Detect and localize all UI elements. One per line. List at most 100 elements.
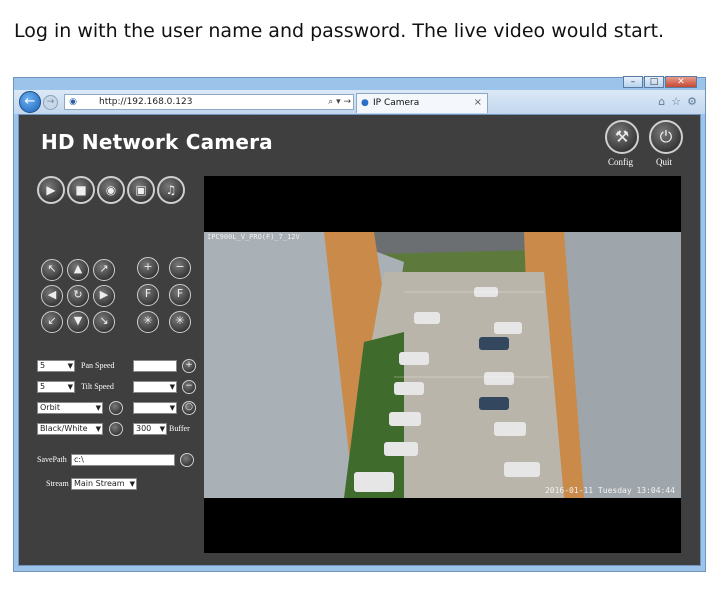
zoom-in-icon: + xyxy=(143,260,153,273)
iris-open-button[interactable]: ✳ xyxy=(137,311,159,333)
ptz-down-button[interactable]: ▼ xyxy=(67,311,89,333)
preset-remove-button[interactable]: − xyxy=(182,380,196,394)
settings-gear-icon[interactable]: ⚙ xyxy=(687,95,697,108)
address-bar[interactable]: ◉ http://192.168.0.123 ⌕ ▾ → xyxy=(64,94,354,110)
tab-close-icon[interactable]: × xyxy=(474,94,482,112)
ptz-down-left-button[interactable]: ↙ xyxy=(41,311,63,333)
zoom-in-button[interactable]: + xyxy=(137,257,159,279)
tilt-speed-value: 5 xyxy=(40,382,46,391)
arrow-left-icon: ◀ xyxy=(47,288,57,301)
orbit-go-button[interactable] xyxy=(109,401,123,415)
focus-out-button[interactable]: F xyxy=(169,284,191,306)
pan-speed-input[interactable] xyxy=(133,360,177,372)
cruise-go-button[interactable]: ○ xyxy=(182,401,196,415)
stream-select[interactable]: Main Stream ▼ xyxy=(71,478,137,490)
buffer-select[interactable]: 300 ▼ xyxy=(133,423,167,435)
savepath-input[interactable]: c:\ xyxy=(71,454,175,466)
wrench-icon: ⚒ xyxy=(614,127,630,146)
refresh-icon: ↻ xyxy=(73,288,83,301)
pan-speed-label: Pan Speed xyxy=(81,361,115,370)
quit-label: Quit xyxy=(656,157,673,167)
ptz-center-button[interactable]: ↻ xyxy=(67,285,89,307)
savepath-browse-button[interactable] xyxy=(180,453,194,467)
minus-icon: − xyxy=(185,381,193,391)
tilt-speed-select[interactable]: 5 ▼ xyxy=(37,381,75,393)
tutorial-caption: Log in with the user name and password. … xyxy=(14,20,665,42)
play-button[interactable]: ▶ xyxy=(37,176,65,204)
chevron-down-icon: ▼ xyxy=(67,383,73,391)
tab-page-icon: ● xyxy=(361,98,369,108)
plus-icon: + xyxy=(185,360,193,370)
iris-plus-icon: ✳ xyxy=(143,314,153,327)
ptz-up-left-button[interactable]: ↖ xyxy=(41,259,63,281)
back-arrow-icon[interactable]: ← xyxy=(19,91,41,113)
zoom-out-button[interactable]: − xyxy=(169,257,191,279)
iris-minus-icon: ✳ xyxy=(175,314,185,327)
snapshot-button[interactable]: ◉ xyxy=(97,176,125,204)
video-area[interactable]: IPC900L_V_PRO(F)_7_12V 2016-01-11 Tuesda… xyxy=(204,176,681,553)
arrow-up-icon: ▲ xyxy=(73,262,83,275)
buffer-value: 300 xyxy=(136,424,152,433)
config-button[interactable]: ⚒ xyxy=(605,120,639,154)
maximize-button[interactable]: □ xyxy=(644,76,664,88)
circle-icon: ○ xyxy=(185,402,193,412)
home-icon[interactable]: ⌂ xyxy=(658,95,665,108)
forward-arrow-icon[interactable]: → xyxy=(43,95,58,110)
focus-plus-icon: F xyxy=(144,287,152,300)
favorites-star-icon[interactable]: ☆ xyxy=(671,95,681,108)
savepath-label: SavePath xyxy=(37,455,67,464)
chevron-down-icon: ▼ xyxy=(169,404,175,412)
arrow-up-left-icon: ↖ xyxy=(47,262,57,275)
ptz-right-button[interactable]: ▶ xyxy=(93,285,115,307)
pan-speed-add-button[interactable]: + xyxy=(182,359,196,373)
stop-button[interactable]: ■ xyxy=(67,176,95,204)
preset-select[interactable]: ▼ xyxy=(133,381,177,393)
ptz-down-right-button[interactable]: ↘ xyxy=(93,311,115,333)
audio-button[interactable]: ♫ xyxy=(157,176,185,204)
orbit-value: Orbit xyxy=(40,403,61,412)
cruise-select[interactable]: ▼ xyxy=(133,402,177,414)
window-buttons: – □ ✕ xyxy=(623,76,697,88)
chevron-down-icon: ▼ xyxy=(159,425,165,433)
stop-icon: ■ xyxy=(75,183,87,197)
tab-ip-camera[interactable]: ● IP Camera × xyxy=(356,93,488,113)
pan-speed-select[interactable]: 5 ▼ xyxy=(37,360,75,372)
color-mode-go-button[interactable] xyxy=(109,422,123,436)
arrow-down-left-icon: ↙ xyxy=(47,314,57,327)
iris-close-button[interactable]: ✳ xyxy=(169,311,191,333)
arrow-up-right-icon: ↗ xyxy=(99,262,109,275)
arrow-right-icon: ▶ xyxy=(99,288,109,301)
browser-navbar: ← → ◉ http://192.168.0.123 ⌕ ▾ → ● IP Ca… xyxy=(14,90,705,114)
app-title: HD Network Camera xyxy=(41,130,273,154)
color-mode-value: Black/White xyxy=(40,424,88,433)
ptz-up-right-button[interactable]: ↗ xyxy=(93,259,115,281)
quit-button[interactable]: ⏻ xyxy=(649,120,683,154)
address-controls[interactable]: ⌕ ▾ → xyxy=(328,95,351,109)
tab-title: IP Camera xyxy=(373,98,420,108)
close-window-button[interactable]: ✕ xyxy=(665,76,697,88)
address-url[interactable]: http://192.168.0.123 xyxy=(99,95,192,109)
chevron-down-icon: ▼ xyxy=(95,425,101,433)
arrow-down-icon: ▼ xyxy=(73,314,83,327)
camera-app: HD Network Camera ⚒ Config ⏻ Quit ▶ ■ ◉ … xyxy=(18,114,701,566)
minimize-button[interactable]: – xyxy=(623,76,643,88)
window-titlebar: – □ ✕ xyxy=(14,76,705,90)
microphone-icon: ♫ xyxy=(165,183,177,197)
buffer-label: Buffer xyxy=(169,424,190,433)
record-button[interactable]: ▣ xyxy=(127,176,155,204)
power-icon: ⏻ xyxy=(659,127,673,146)
color-mode-select[interactable]: Black/White ▼ xyxy=(37,423,103,435)
osd-timestamp: 2016-01-11 Tuesday 13:04:44 xyxy=(544,486,675,495)
browser-window: – □ ✕ ← → ◉ http://192.168.0.123 ⌕ ▾ → ●… xyxy=(13,76,706,572)
focus-in-button[interactable]: F xyxy=(137,284,159,306)
ptz-left-button[interactable]: ◀ xyxy=(41,285,63,307)
ptz-up-button[interactable]: ▲ xyxy=(67,259,89,281)
config-label: Config xyxy=(608,157,634,167)
zoom-out-icon: − xyxy=(175,260,185,273)
orbit-select[interactable]: Orbit ▼ xyxy=(37,402,103,414)
live-video-frame[interactable]: IPC900L_V_PRO(F)_7_12V 2016-01-11 Tuesda… xyxy=(204,232,681,498)
focus-minus-icon: F xyxy=(176,287,184,300)
chevron-down-icon: ▼ xyxy=(67,362,73,370)
chevron-down-icon: ▼ xyxy=(169,383,175,391)
browser-toolicons: ⌂ ☆ ⚙ xyxy=(658,95,697,108)
